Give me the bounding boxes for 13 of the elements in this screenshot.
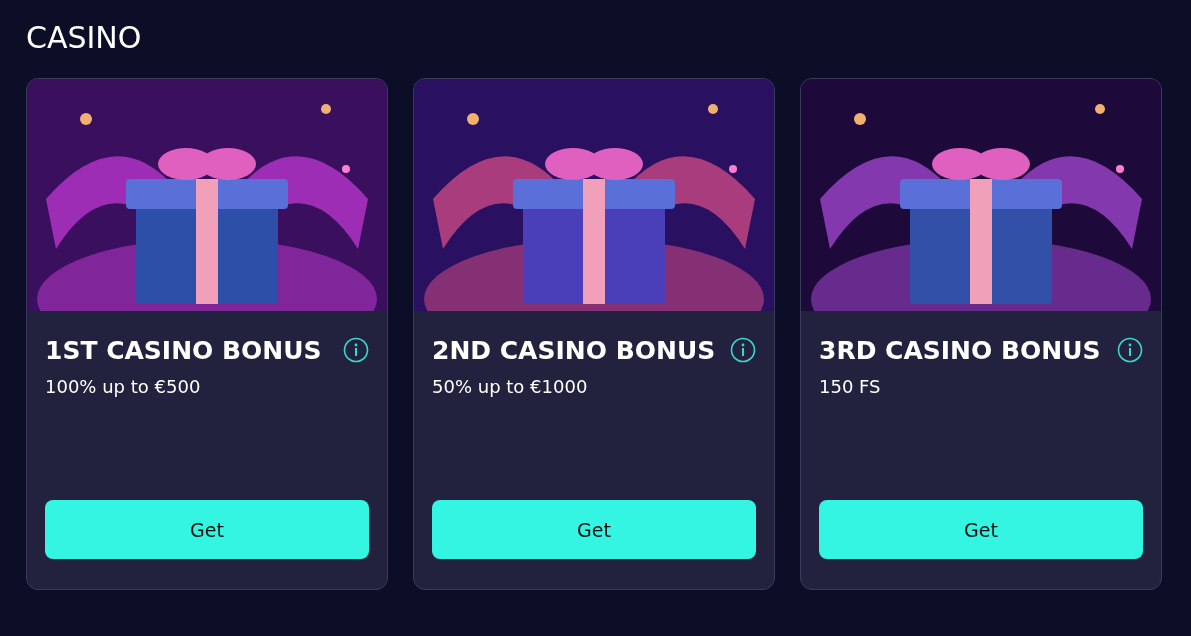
bonus-title: 3RD CASINO BONUS [819, 335, 1101, 367]
bonus-offer: 100% up to €500 [45, 375, 202, 399]
bonus-title: 1ST CASINO BONUS [45, 335, 322, 367]
bonus-offer: 50% up to €1000 [432, 375, 589, 399]
info-icon[interactable] [343, 337, 369, 363]
bonus-title: 2ND CASINO BONUS [432, 335, 716, 367]
bonus-offer: 150 FS [819, 375, 882, 399]
get-button[interactable]: Get [432, 500, 756, 559]
info-icon[interactable] [1117, 337, 1143, 363]
section-title: CASINO [26, 19, 143, 57]
get-button[interactable]: Get [819, 500, 1143, 559]
get-button[interactable]: Get [45, 500, 369, 559]
info-icon[interactable] [730, 337, 756, 363]
